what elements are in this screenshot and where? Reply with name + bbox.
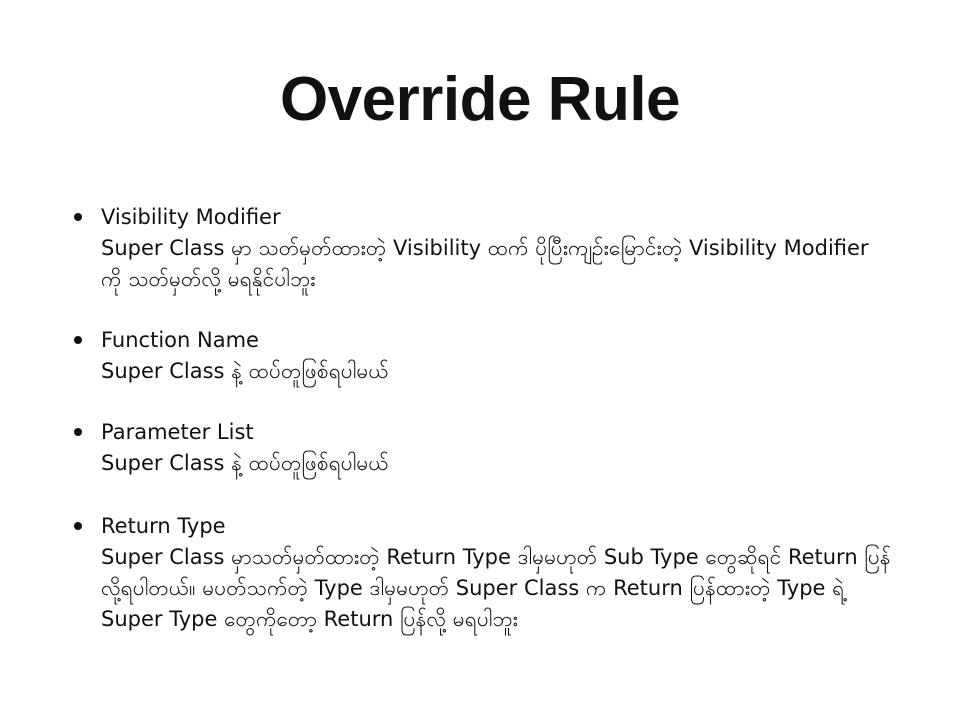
bullet-heading: Return Type: [101, 514, 226, 538]
bullet-text: Super Class မှာ သတ်မှတ်ထားတဲ့ Visibility…: [101, 236, 869, 291]
bullet-text: Super Class နဲ့ ထပ်တူဖြစ်ရပါမယ်: [101, 451, 389, 475]
slide: Override Rule Visibility Modifier Super …: [0, 0, 960, 720]
bullet-text: Super Class နဲ့ ထပ်တူဖြစ်ရပါမယ်: [101, 359, 389, 383]
bullet-text: Super Class မှာသတ်မှတ်ထားတဲ့ Return Type…: [101, 545, 891, 631]
bullet-dot-icon: [74, 522, 82, 530]
bullet-item-visibility-modifier: Visibility Modifier Super Class မှာ သတ်မ…: [74, 202, 894, 295]
bullet-item-function-name: Function Name Super Class နဲ့ ထပ်တူဖြစ်ရ…: [74, 325, 894, 387]
slide-title: Override Rule: [279, 65, 681, 134]
bullet-heading: Parameter List: [101, 420, 254, 444]
bullet-item-return-type: Return Type Super Class မှာသတ်မှတ်ထားတဲ့…: [74, 511, 894, 635]
bullet-dot-icon: [74, 213, 82, 221]
bullet-list: Visibility Modifier Super Class မှာ သတ်မ…: [74, 202, 894, 635]
bullet-dot-icon: [74, 336, 82, 344]
bullet-item-parameter-list: Parameter List Super Class နဲ့ ထပ်တူဖြစ်…: [74, 417, 894, 479]
bullet-heading: Function Name: [101, 328, 259, 352]
bullet-heading: Visibility Modifier: [101, 205, 281, 229]
bullet-dot-icon: [74, 428, 82, 436]
